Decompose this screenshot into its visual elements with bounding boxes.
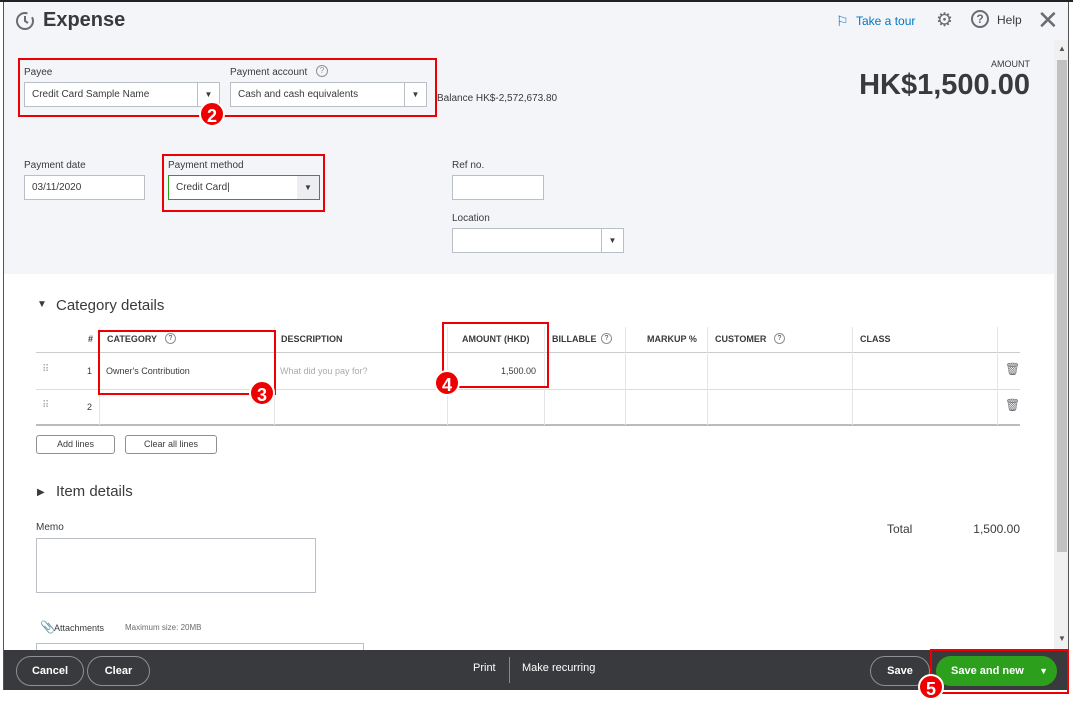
payment-date-label: Payment date [24,160,86,171]
page-title: Expense [43,9,126,31]
help-icon[interactable]: ? [601,333,612,344]
clear-all-lines-button[interactable]: Clear all lines [125,435,217,454]
scrollbar-thumb[interactable] [1057,60,1067,552]
history-icon[interactable] [14,10,36,32]
tour-icon: ⚐ [836,13,849,29]
ref-no-input[interactable] [452,175,544,200]
account-balance: Balance HK$-2,572,673.80 [437,93,558,104]
annotation-badge: 3 [249,380,275,406]
col-customer: CUSTOMER [715,334,767,344]
make-recurring-link[interactable]: Make recurring [522,662,595,674]
attachments-max-size: Maximum size: 20MB [125,623,202,632]
location-label: Location [452,213,490,224]
col-divider [625,327,626,425]
location-select[interactable]: ▼ [452,228,624,253]
row-number: 2 [87,402,93,412]
amount-total: HK$1,500.00 [859,69,1030,101]
window-border [0,0,1073,2]
take-tour-link[interactable]: Take a tour [856,14,915,28]
col-divider [997,327,998,425]
col-num: # [88,334,94,344]
annotation-box [98,330,276,395]
expand-icon[interactable]: ▶ [37,487,45,498]
col-divider [707,327,708,425]
attachments-label: Attachments [54,623,105,633]
total-value: 1,500.00 [973,522,1020,536]
col-divider [852,327,853,425]
help-icon[interactable]: ? [774,333,785,344]
scroll-down-icon[interactable]: ▼ [1054,634,1068,643]
col-markup: MARKUP % [647,334,697,344]
annotation-box [930,649,1069,694]
trash-icon[interactable]: 🗑 [1005,398,1020,412]
memo-textarea[interactable] [36,538,316,593]
trash-icon[interactable]: 🗑 [1005,362,1020,376]
help-icon[interactable]: ? [971,10,989,28]
scroll-up-icon[interactable]: ▲ [1054,44,1068,53]
print-link[interactable]: Print [473,662,496,674]
scrollbar[interactable]: ▲ ▼ [1054,40,1068,650]
amount-label: AMOUNT [991,59,1030,69]
category-details-title[interactable]: Category details [56,297,164,314]
annotation-box [18,58,437,117]
close-icon[interactable]: ✕ [1037,5,1059,36]
table-divider [36,424,1020,426]
payment-date-input[interactable]: 03/11/2020 [24,175,145,200]
collapse-icon[interactable]: ▼ [37,299,47,310]
memo-label: Memo [36,522,64,533]
gear-icon[interactable]: ⚙ [936,9,953,32]
cancel-button[interactable]: Cancel [16,656,84,686]
ref-no-label: Ref no. [452,160,485,171]
add-lines-button[interactable]: Add lines [36,435,115,454]
annotation-badge: 2 [199,101,225,127]
annotation-badge: 4 [434,370,460,396]
row-number: 1 [87,366,93,376]
annotation-box [162,154,325,212]
annotation-badge: 5 [918,674,944,700]
clear-button[interactable]: Clear [87,656,150,686]
col-billable: BILLABLE [552,334,597,344]
col-description: DESCRIPTION [281,334,343,344]
total-label: Total [887,522,913,536]
drag-handle-icon[interactable]: ⠿ [42,364,49,375]
chevron-down-icon: ▼ [601,229,623,252]
row-description[interactable]: What did you pay for? [280,366,368,376]
drag-handle-icon[interactable]: ⠿ [42,400,49,411]
expense-window: Expense ⚐ Take a tour ⚙ ? Help ✕ Payee C… [3,0,1069,690]
footer-divider [509,657,510,683]
help-link[interactable]: Help [997,13,1022,27]
col-class: CLASS [860,334,891,344]
item-details-title[interactable]: Item details [56,483,133,500]
paperclip-icon: 📎 [40,620,55,634]
